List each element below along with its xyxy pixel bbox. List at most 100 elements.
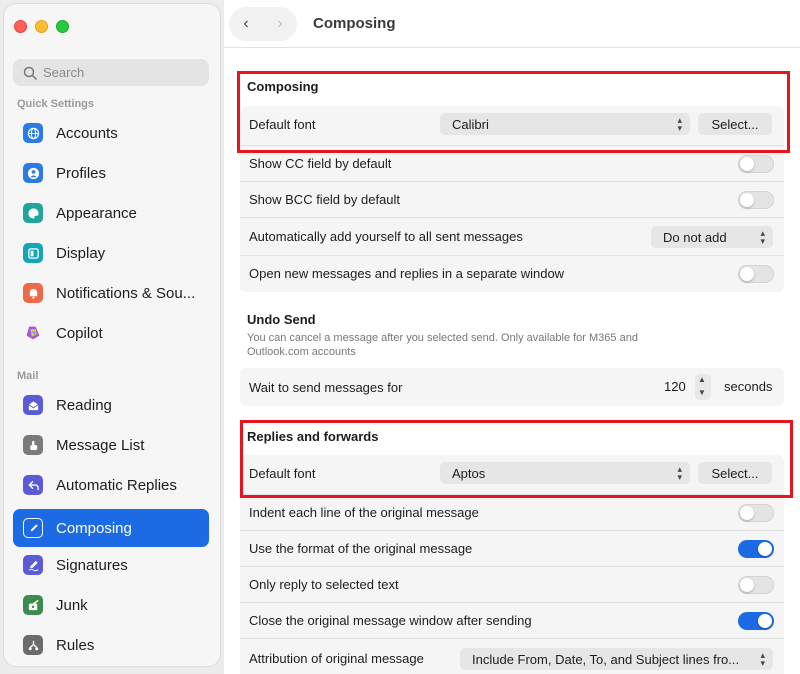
default-font-row: Default font Calibri ▴ ▾ Select... bbox=[240, 106, 784, 142]
composing-card: Default font Calibri ▴ ▾ Select... Show C… bbox=[240, 106, 784, 292]
use-format-label: Use the format of the original message bbox=[249, 541, 473, 556]
globe-icon bbox=[23, 123, 43, 143]
only-reply-toggle[interactable] bbox=[738, 575, 774, 594]
use-format-row: Use the format of the original message bbox=[240, 530, 784, 566]
hand-pointer-icon bbox=[23, 435, 43, 455]
sidebar-item-junk[interactable]: Junk bbox=[13, 586, 209, 624]
wait-send-stepper[interactable]: ▲ ▼ bbox=[695, 374, 711, 400]
attribution-row: Attribution of original message Include … bbox=[240, 638, 784, 674]
sidebar-item-rules[interactable]: Rules bbox=[13, 626, 209, 664]
sidebar-item-label: Accounts bbox=[56, 124, 118, 142]
sidebar-item-label: Appearance bbox=[56, 204, 137, 222]
close-window-label: Close the original message window after … bbox=[249, 613, 532, 628]
show-cc-row: Show CC field by default bbox=[240, 145, 784, 181]
toolbar: ‹ › Composing bbox=[224, 0, 800, 48]
wait-send-row: Wait to send messages for 120 ▲ ▼ second… bbox=[240, 369, 784, 405]
stepper-down-icon[interactable]: ▼ bbox=[698, 388, 706, 397]
show-bcc-row: Show BCC field by default bbox=[240, 181, 784, 217]
show-cc-toggle[interactable] bbox=[738, 154, 774, 173]
chevron-updown-icon: ▴ ▾ bbox=[677, 115, 682, 133]
indent-toggle[interactable] bbox=[738, 503, 774, 522]
sidebar-item-label: Automatic Replies bbox=[56, 476, 177, 494]
search-box[interactable] bbox=[13, 59, 209, 86]
reply-icon bbox=[23, 475, 43, 495]
replies-default-font-value: Aptos bbox=[452, 465, 486, 481]
navigation-buttons: ‹ › bbox=[229, 6, 297, 41]
sidebar-item-label: Composing bbox=[56, 519, 132, 537]
sidebar-item-notifications[interactable]: Notifications & Sou... bbox=[13, 274, 209, 312]
search-input[interactable] bbox=[43, 65, 203, 80]
only-reply-label: Only reply to selected text bbox=[249, 577, 399, 592]
sidebar-item-label: Profiles bbox=[56, 164, 107, 182]
open-new-window-label: Open new messages and replies in a separ… bbox=[249, 266, 565, 281]
rules-icon bbox=[23, 635, 43, 655]
page-title: Composing bbox=[313, 15, 396, 32]
indent-row: Indent each line of the original message bbox=[240, 494, 784, 530]
sidebar-item-label: Notifications & Sou... bbox=[56, 284, 196, 302]
sidebar-item-appearance[interactable]: Appearance bbox=[13, 194, 209, 232]
only-reply-row: Only reply to selected text bbox=[240, 566, 784, 602]
composing-section-title: Composing bbox=[247, 79, 319, 94]
person-icon bbox=[23, 163, 43, 183]
section-label-quick-settings: Quick Settings bbox=[17, 98, 95, 110]
attribution-value: Include From, Date, To, and Subject line… bbox=[472, 651, 740, 667]
sidebar-item-label: Rules bbox=[56, 636, 95, 654]
sidebar: Quick Settings Accounts Profiles Appeara… bbox=[4, 4, 220, 666]
chevron-updown-icon: ▴ ▾ bbox=[760, 650, 765, 668]
default-font-select-button[interactable]: Select... bbox=[698, 113, 772, 135]
bell-icon bbox=[23, 283, 43, 303]
undo-send-section-title: Undo Send bbox=[247, 312, 316, 327]
envelope-open-icon bbox=[23, 395, 43, 415]
display-icon bbox=[23, 243, 43, 263]
undo-send-description: You can cancel a message after you selec… bbox=[247, 332, 638, 358]
show-bcc-label: Show BCC field by default bbox=[249, 192, 401, 207]
open-new-window-toggle[interactable] bbox=[738, 264, 774, 283]
stepper-up-icon[interactable]: ▲ bbox=[698, 375, 706, 384]
show-bcc-toggle[interactable] bbox=[738, 190, 774, 209]
sidebar-item-label: Display bbox=[56, 244, 106, 262]
section-label-mail: Mail bbox=[17, 370, 39, 382]
sidebar-item-signatures[interactable]: Signatures bbox=[13, 546, 209, 584]
auto-add-select[interactable]: Do not add ▴ ▾ bbox=[651, 226, 773, 248]
close-window-button[interactable] bbox=[14, 20, 27, 33]
attribution-select[interactable]: Include From, Date, To, and Subject line… bbox=[460, 648, 773, 670]
signature-icon bbox=[23, 555, 43, 575]
sidebar-item-label: Junk bbox=[56, 596, 88, 614]
sidebar-item-label: Reading bbox=[56, 396, 112, 414]
sidebar-item-message-list[interactable]: Message List bbox=[13, 426, 209, 464]
close-window-toggle[interactable] bbox=[738, 611, 774, 630]
palette-icon bbox=[23, 203, 43, 223]
auto-add-value: Do not add bbox=[663, 229, 727, 245]
compose-icon bbox=[23, 518, 43, 538]
replies-default-font-select-button[interactable]: Select... bbox=[698, 462, 772, 484]
sidebar-item-accounts[interactable]: Accounts bbox=[13, 114, 209, 152]
close-window-row: Close the original message window after … bbox=[240, 602, 784, 638]
zoom-window-button[interactable] bbox=[56, 20, 69, 33]
sidebar-item-copilot[interactable]: Copilot bbox=[13, 314, 209, 352]
open-new-window-row: Open new messages and replies in a separ… bbox=[240, 255, 784, 291]
forward-button[interactable]: › bbox=[277, 15, 282, 33]
sidebar-item-display[interactable]: Display bbox=[13, 234, 209, 272]
back-button[interactable]: ‹ bbox=[243, 15, 248, 33]
replies-default-font-row: Default font Aptos ▴ ▾ Select... bbox=[240, 455, 784, 491]
minimize-window-button[interactable] bbox=[35, 20, 48, 33]
sidebar-item-profiles[interactable]: Profiles bbox=[13, 154, 209, 192]
sidebar-item-label: Copilot bbox=[56, 324, 103, 342]
junk-icon bbox=[23, 595, 43, 615]
copilot-icon bbox=[23, 323, 43, 343]
sidebar-item-automatic-replies[interactable]: Automatic Replies bbox=[13, 466, 209, 504]
sidebar-item-composing[interactable]: Composing bbox=[13, 509, 209, 547]
wait-send-value[interactable]: 120 bbox=[664, 379, 686, 394]
window-controls bbox=[14, 20, 69, 33]
sidebar-item-reading[interactable]: Reading bbox=[13, 386, 209, 424]
replies-section-title: Replies and forwards bbox=[247, 429, 379, 444]
undo-send-card: Wait to send messages for 120 ▲ ▼ second… bbox=[240, 368, 784, 406]
default-font-value: Calibri bbox=[452, 116, 489, 132]
wait-send-unit: seconds bbox=[724, 379, 773, 394]
default-font-select[interactable]: Calibri ▴ ▾ bbox=[440, 113, 690, 135]
use-format-toggle[interactable] bbox=[738, 539, 774, 558]
auto-add-row: Automatically add yourself to all sent m… bbox=[240, 217, 784, 255]
sidebar-item-label: Message List bbox=[56, 436, 145, 454]
replies-default-font-select[interactable]: Aptos ▴ ▾ bbox=[440, 462, 690, 484]
chevron-updown-icon: ▴ ▾ bbox=[677, 464, 682, 482]
